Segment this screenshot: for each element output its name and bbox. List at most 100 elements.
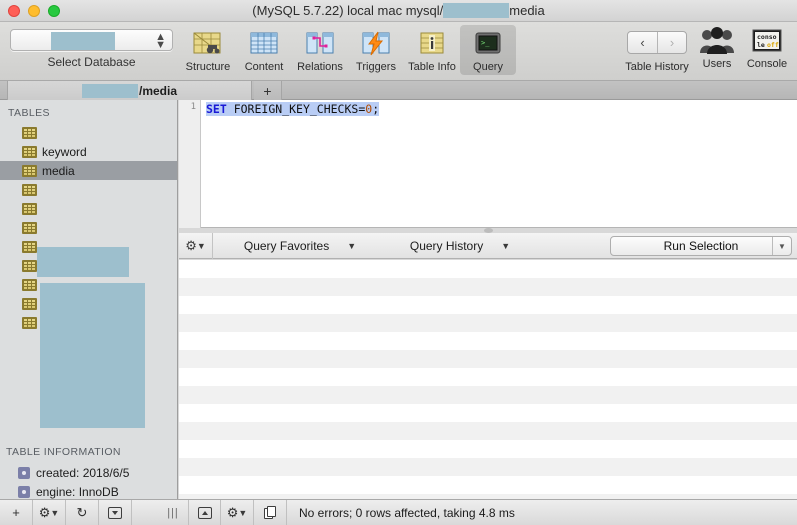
toolbar-item-content-label: Content	[244, 61, 284, 73]
history-back-button[interactable]: ‹	[628, 32, 657, 53]
chevron-down-icon: ▼	[238, 507, 248, 518]
document-tab-label: /media	[138, 83, 177, 98]
results-row[interactable]	[179, 278, 797, 296]
toolbar-item-relations-label: Relations	[297, 61, 343, 73]
results-row[interactable]	[179, 314, 797, 332]
toolbar-item-relations[interactable]: Relations	[292, 25, 348, 75]
copy-results-button[interactable]	[254, 500, 287, 525]
info-bullet-icon	[18, 485, 30, 498]
table-information-row: created: 2018/6/5	[0, 463, 177, 482]
results-row[interactable]	[179, 368, 797, 386]
select-database-value-redaction	[51, 32, 115, 50]
run-selection-dropdown-arrow[interactable]: ▼	[772, 237, 791, 255]
info-bullet-icon	[18, 466, 30, 479]
table-list-item[interactable]	[0, 199, 177, 218]
query-results-grid[interactable]	[179, 260, 797, 499]
query-history-popup[interactable]: Query History ▼	[385, 233, 535, 259]
toolbar-item-structure-label: Structure	[185, 61, 231, 73]
chevron-down-icon: ▼	[347, 240, 357, 251]
structure-icon	[180, 28, 236, 60]
query-favorites-popup[interactable]: Query Favorites ▼	[225, 233, 375, 259]
table-information-list: created: 2018/6/5engine: InnoDBrows: 2,0…	[0, 463, 177, 499]
toolbar-item-console[interactable]: conso le off Console	[741, 25, 793, 70]
table-information-header: TABLE INFORMATION	[6, 446, 121, 458]
database-selector-group: ▲ ▼ Select Database	[10, 29, 173, 69]
sql-terminator: ;	[372, 102, 380, 116]
sql-identifier: FOREIGN_KEY_CHECKS=	[226, 102, 366, 116]
tables-redaction-upper	[37, 247, 129, 277]
table-icon	[22, 259, 37, 272]
chevron-down-icon: ▼	[501, 240, 511, 251]
add-table-button[interactable]: +	[0, 500, 33, 525]
tables-redaction-lower	[40, 283, 145, 428]
results-row[interactable]	[179, 476, 797, 494]
triggers-icon	[348, 28, 404, 60]
run-selection-button[interactable]: Run Selection ▼	[610, 236, 792, 256]
copy-icon	[263, 506, 277, 519]
results-row[interactable]	[179, 332, 797, 350]
sidebar-resize-grip[interactable]: |||	[158, 507, 188, 519]
select-database-label: Select Database	[47, 55, 136, 69]
table-icon	[22, 183, 37, 196]
main-toolbar: ▲ ▼ Select Database Structure Content Re…	[0, 22, 797, 81]
table-information-row: engine: InnoDB	[0, 482, 177, 499]
results-actions-gear-button[interactable]: ⚙ ▼	[221, 500, 254, 525]
query-gear-glyph: ⚙	[185, 237, 197, 253]
content-icon	[236, 28, 292, 60]
window-title-prefix: (MySQL 5.7.22) local mac mysql/	[252, 3, 444, 18]
toolbar-item-users-label: Users	[702, 58, 732, 70]
sql-editor-gutter: 1	[179, 100, 201, 228]
results-row[interactable]	[179, 386, 797, 404]
sql-keyword: SET	[206, 102, 227, 116]
table-list-item-label: media	[42, 163, 75, 178]
results-row[interactable]	[179, 350, 797, 368]
svg-text:conso: conso	[757, 33, 777, 41]
table-list-item[interactable]: keyword	[0, 142, 177, 161]
bottom-spacer	[132, 500, 158, 525]
toolbar-tab-items: Structure Content Relations Triggers Tab…	[180, 25, 516, 75]
table-icon	[22, 240, 37, 253]
toolbar-item-content[interactable]: Content	[236, 25, 292, 75]
sql-editor[interactable]: 1 SET FOREIGN_KEY_CHECKS=0;	[179, 100, 797, 228]
toolbar-item-triggers[interactable]: Triggers	[348, 25, 404, 75]
table-list-item[interactable]	[0, 180, 177, 199]
table-information-row-label: created: 2018/6/5	[36, 465, 130, 480]
run-selection-label: Run Selection	[663, 239, 739, 253]
table-list-item[interactable]	[0, 123, 177, 142]
add-tab-button[interactable]: +	[254, 81, 282, 100]
results-row[interactable]	[179, 458, 797, 476]
toolbar-item-table-history: ‹ › Table History	[621, 25, 693, 73]
results-row[interactable]	[179, 296, 797, 314]
table-actions-gear-button[interactable]: ⚙ ▼	[33, 500, 66, 525]
refresh-tables-button[interactable]: ↻	[66, 500, 99, 525]
table-list-item[interactable]	[0, 218, 177, 237]
sidebar: TABLES keyword media TABLE INFORMATION cr…	[0, 100, 178, 499]
results-row[interactable]	[179, 422, 797, 440]
toolbar-item-structure[interactable]: Structure	[180, 25, 236, 75]
table-icon	[22, 126, 37, 139]
toolbar-item-table-info[interactable]: Table Info	[404, 25, 460, 75]
chevron-updown-icon: ▲ ▼	[155, 31, 166, 51]
toolbar-item-query-label: Query	[473, 61, 503, 73]
relations-icon	[292, 28, 348, 60]
document-tabbar: /media +	[0, 81, 797, 100]
filter-icon	[108, 506, 122, 519]
filter-tables-button[interactable]	[99, 500, 132, 525]
table-icon	[22, 297, 37, 310]
table-list-item[interactable]: media	[0, 161, 177, 180]
history-forward-button[interactable]: ›	[657, 32, 686, 53]
results-row[interactable]	[179, 260, 797, 278]
toolbar-item-query[interactable]: >_ Query	[460, 25, 516, 75]
toolbar-item-users[interactable]: Users	[693, 25, 741, 70]
sql-editor-code: SET FOREIGN_KEY_CHECKS=0;	[206, 102, 380, 116]
select-database-dropdown[interactable]: ▲ ▼	[10, 29, 173, 51]
gear-icon: ⚙	[226, 504, 239, 520]
query-gear-icon[interactable]: ⚙ ▼	[179, 232, 213, 259]
results-row[interactable]	[179, 404, 797, 422]
document-tab[interactable]: /media	[7, 81, 252, 100]
results-row[interactable]	[179, 440, 797, 458]
toolbar-right-items: ‹ › Table History Users conso le off Con…	[621, 25, 793, 73]
window-title-redaction	[443, 3, 510, 19]
toggle-results-pane-button[interactable]	[188, 500, 221, 525]
svg-text:le: le	[757, 41, 765, 49]
